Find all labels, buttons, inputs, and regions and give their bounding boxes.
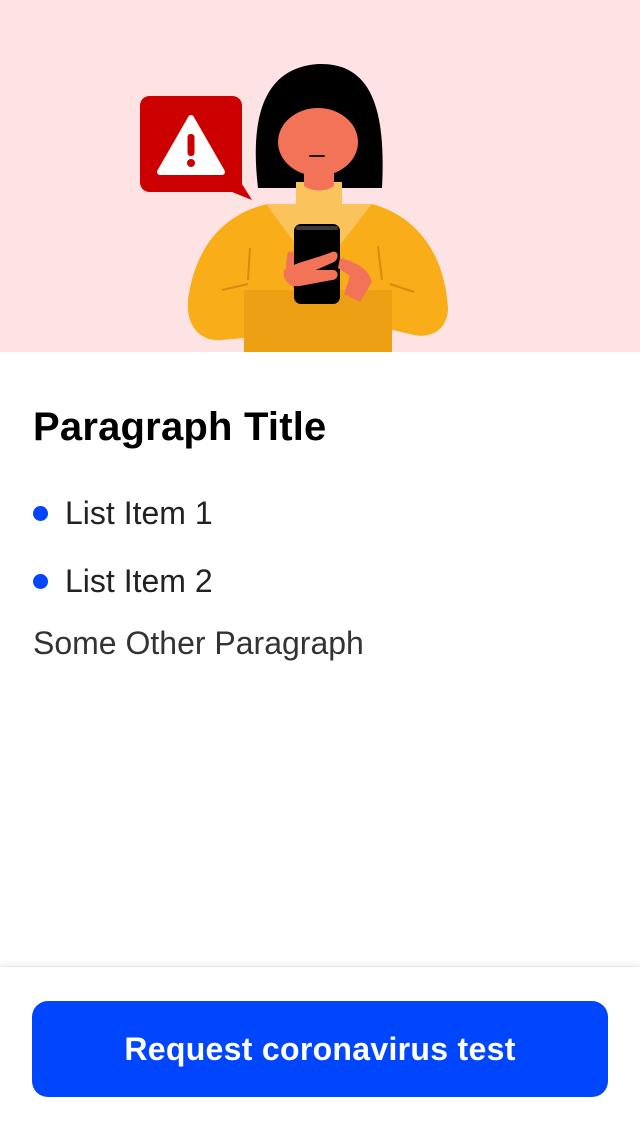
- list-item: List Item 1: [33, 492, 607, 534]
- other-paragraph: Some Other Paragraph: [33, 625, 364, 661]
- request-test-button[interactable]: Request coronavirus test: [32, 1001, 608, 1097]
- woman-with-phone-illustration: [140, 63, 449, 352]
- content-section: Paragraph Title List Item 1 List Item 2 …: [33, 400, 607, 664]
- paragraph-title: Paragraph Title: [33, 405, 327, 449]
- bullet-list: List Item 1 List Item 2: [33, 492, 607, 602]
- screen: Paragraph Title List Item 1 List Item 2 …: [0, 0, 640, 1136]
- warning-triangle-icon: [140, 96, 252, 200]
- hero-illustration: [0, 0, 640, 352]
- list-item: List Item 2: [33, 560, 607, 602]
- footer-bar: Request coronavirus test: [0, 966, 640, 1136]
- list-item-label: List Item 2: [65, 563, 213, 599]
- list-item-label: List Item 1: [65, 495, 213, 531]
- bullet-icon: [33, 573, 48, 589]
- bullet-icon: [33, 505, 48, 521]
